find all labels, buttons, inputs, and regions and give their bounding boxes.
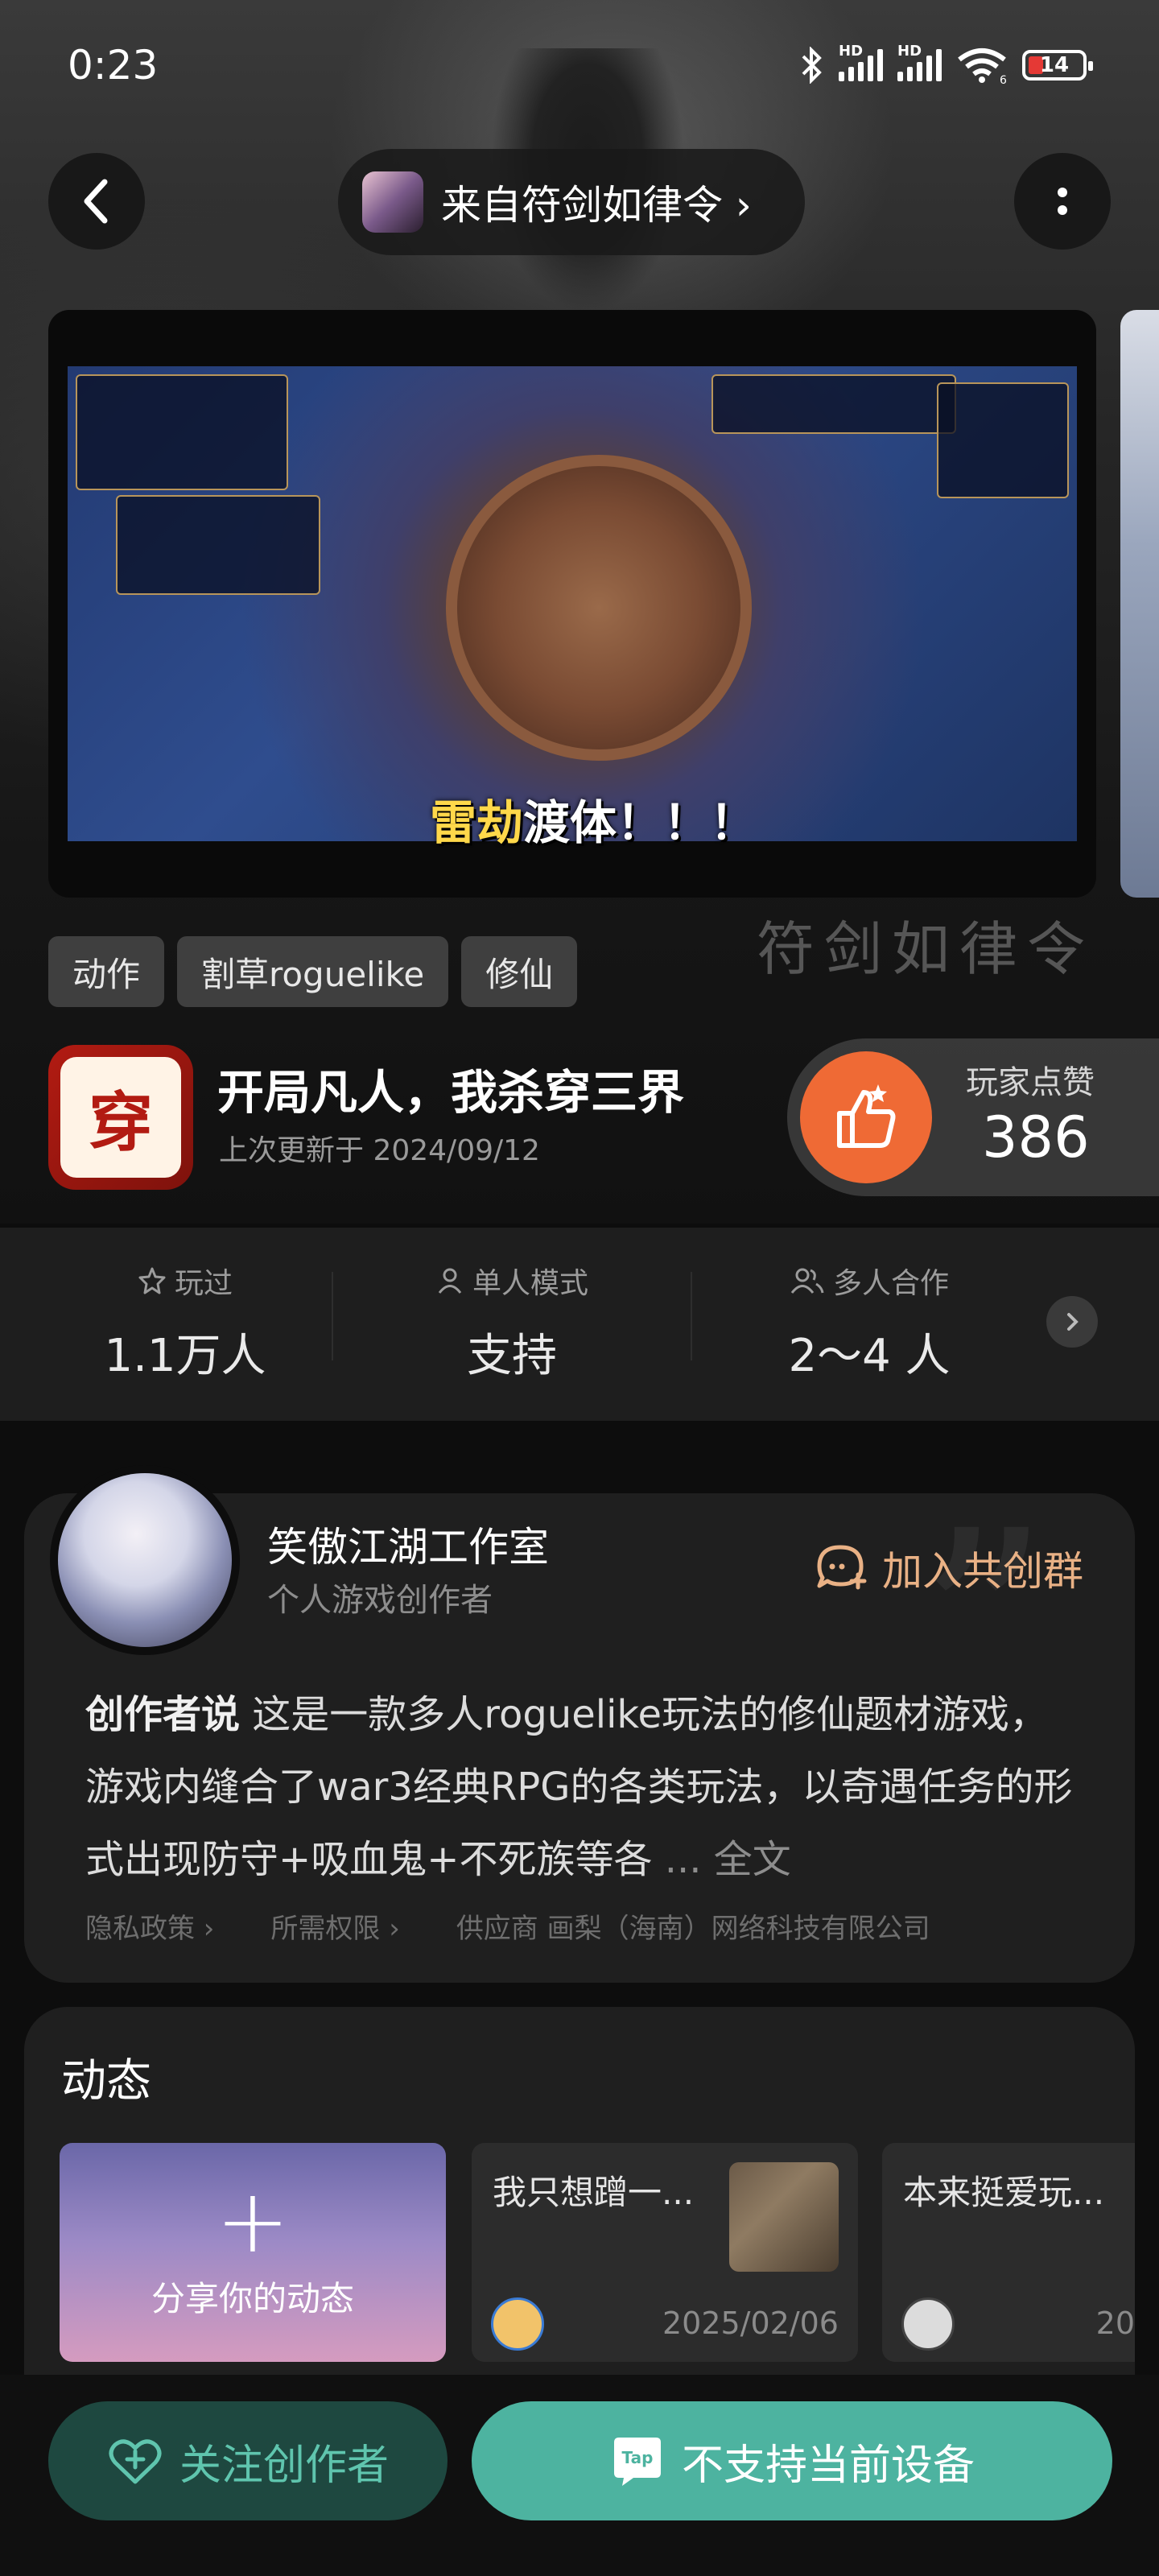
read-more-link[interactable]: ... 全文 [652,1837,791,1882]
watermark-text: 符剑如律令 [757,915,1095,983]
share-post-button[interactable]: + 分享你的动态 [60,2143,446,2362]
group-icon [790,1268,824,1294]
person-icon [438,1268,462,1294]
taptap-icon: Tap [613,2438,661,2486]
source-text: 来自符剑如律令 › [441,182,752,229]
post-author-avatar [491,2297,544,2351]
signal-icon: HD [839,43,883,81]
thumbs-up-icon [837,1084,896,1148]
signal-icon-2: HD [897,43,942,81]
dynamics-title: 动态 [61,2055,151,2107]
hud-info [116,495,320,595]
tag-list: 动作 割草roguelike 修仙 [48,936,578,1007]
stats-bar: 玩过 1.1万人 单人模式 支持 多人合作 2～4 人 [0,1228,1159,1421]
hud-resources [711,374,956,434]
bluetooth-icon [802,47,822,84]
star-outline-icon [138,1267,166,1294]
follow-creator-button[interactable]: 关注创作者 [48,2401,448,2520]
more-menu-button[interactable] [1014,153,1111,250]
tag-item[interactable]: 动作 [48,936,165,1007]
stat-single: 单人模式 支持 [391,1260,633,1385]
stat-played-value: 1.1万人 [104,1330,266,1382]
game-updated-date: 上次更新于 2024/09/12 [219,1134,540,1167]
post-title: 本来挺爱玩... [903,2173,1105,2212]
permissions-link[interactable]: 所需权限 › [270,1906,399,1946]
hud-panel [76,374,288,490]
gameplay-screenshot: 雷劫渡体！！！ [68,366,1077,850]
post-card[interactable]: 本来挺爱玩... 20 [882,2143,1135,2362]
post-thumbnail [729,2162,839,2272]
chat-add-icon [817,1545,867,1590]
source-pill[interactable]: 来自符剑如律令 › [338,149,805,255]
stat-multi-value: 2～4 人 [788,1330,951,1382]
creator-description[interactable]: 创作者说 这是一款多人roguelike玩法的修仙题材游戏，游戏内缝合了war3… [85,1678,1075,1896]
stat-multi: 多人合作 2～4 人 [749,1260,990,1385]
game-icon: 穿 [48,1045,193,1190]
svg-text:6: 6 [1000,74,1007,84]
likes-count: 386 [982,1104,1090,1170]
legal-links: 隐私政策 › 所需权限 › 供应商 画梨（海南）网络科技有限公司 [85,1906,930,1946]
tag-item[interactable]: 割草roguelike [177,936,449,1007]
arena-ring [446,455,752,761]
back-button[interactable] [48,153,145,250]
source-avatar [362,171,423,233]
like-button[interactable] [800,1051,932,1183]
creator-name[interactable]: 笑傲江湖工作室 [267,1515,549,1573]
divider [332,1272,333,1360]
back-arrow-icon [84,179,108,224]
join-group-button[interactable]: 加入共创群 [815,1539,1083,1597]
hud-items [937,382,1069,498]
privacy-link[interactable]: 隐私政策 › [85,1906,214,1946]
post-author-avatar [901,2297,955,2351]
stat-played: 玩过 1.1万人 [64,1260,306,1385]
creator-avatar[interactable] [50,1465,240,1655]
media-carousel-next[interactable] [1120,310,1159,898]
status-time: 0:23 [68,42,159,89]
media-carousel-video[interactable]: 雷劫渡体！！！ [48,310,1096,898]
post-card[interactable]: 我只想蹭一... 2025/02/06 [472,2143,858,2362]
share-label: 分享你的动态 [151,2278,354,2318]
post-title: 我只想蹭一... [493,2173,695,2212]
status-bar: 0:23 HD HD 6 14 [0,0,1159,145]
provider-text: 供应商 画梨（海南）网络科技有限公司 [456,1913,930,1945]
heart-plus-icon [109,2439,162,2484]
creator-role: 个人游戏创作者 [267,1582,493,1619]
wifi-icon: 6 [958,48,1007,84]
unsupported-device-button[interactable]: Tap 不支持当前设备 [472,2401,1112,2520]
tag-item[interactable]: 修仙 [461,936,578,1007]
chevron-right-icon [1067,1313,1079,1331]
game-title: 开局凡人，我杀穿三界 [217,1065,685,1120]
stat-single-value: 支持 [467,1330,557,1382]
battery-icon: 14 [1022,50,1093,80]
more-dots-icon [1058,188,1067,215]
status-icons: HD HD 6 14 [800,43,1093,84]
svg-text:Tap: Tap [622,2448,654,2467]
stats-more-button[interactable] [1046,1296,1098,1348]
post-date: 20 [1095,2306,1135,2341]
video-subtitle: 雷劫渡体！！！ [430,795,757,850]
divider [691,1272,692,1360]
likes-label: 玩家点赞 [966,1064,1095,1101]
post-date: 2025/02/06 [662,2306,839,2341]
plus-icon: + [215,2169,291,2273]
